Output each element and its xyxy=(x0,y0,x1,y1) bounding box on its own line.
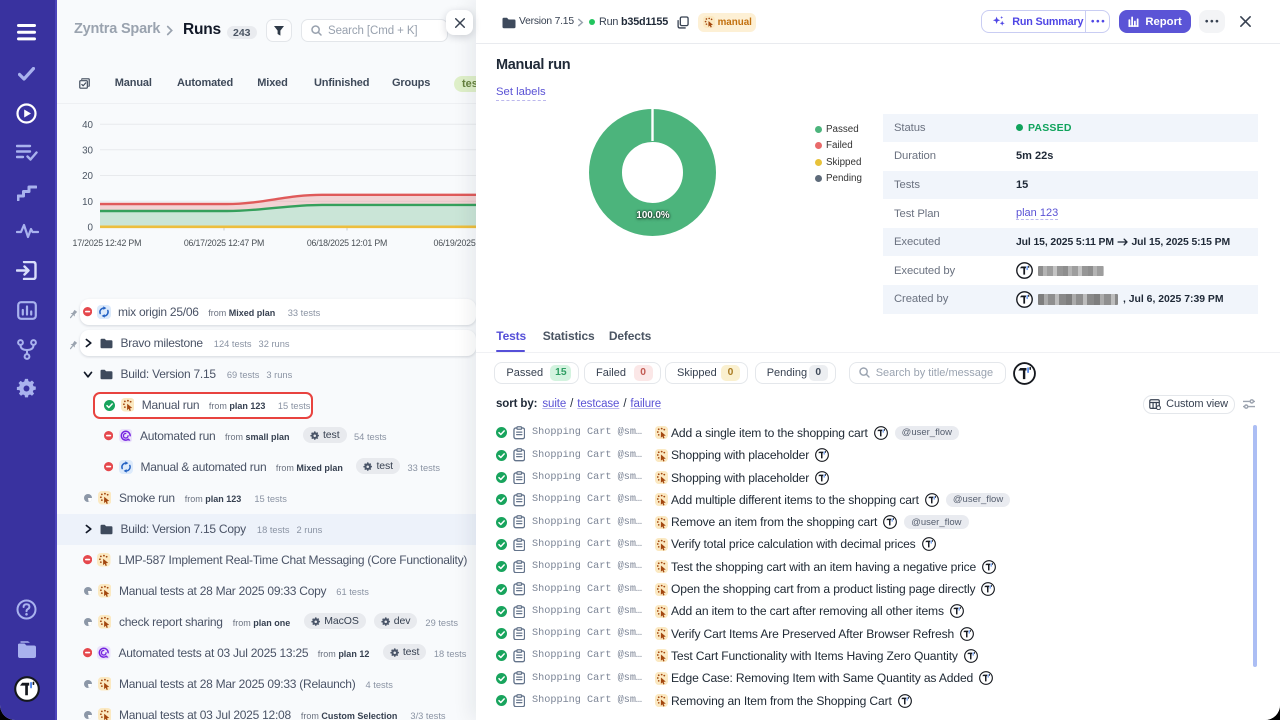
svg-text:17/2025 12:42 PM: 17/2025 12:42 PM xyxy=(73,238,142,248)
svg-text:30: 30 xyxy=(82,145,93,156)
svg-text:0: 0 xyxy=(88,223,94,234)
svg-text:10: 10 xyxy=(82,197,93,208)
svg-text:06/18/2025 12:01 PM: 06/18/2025 12:01 PM xyxy=(307,238,387,248)
svg-text:20: 20 xyxy=(82,171,93,182)
svg-text:06/17/2025 12:47 PM: 06/17/2025 12:47 PM xyxy=(184,238,264,248)
svg-text:06/19/2025: 06/19/2025 xyxy=(434,238,476,248)
svg-text:40: 40 xyxy=(82,120,93,131)
